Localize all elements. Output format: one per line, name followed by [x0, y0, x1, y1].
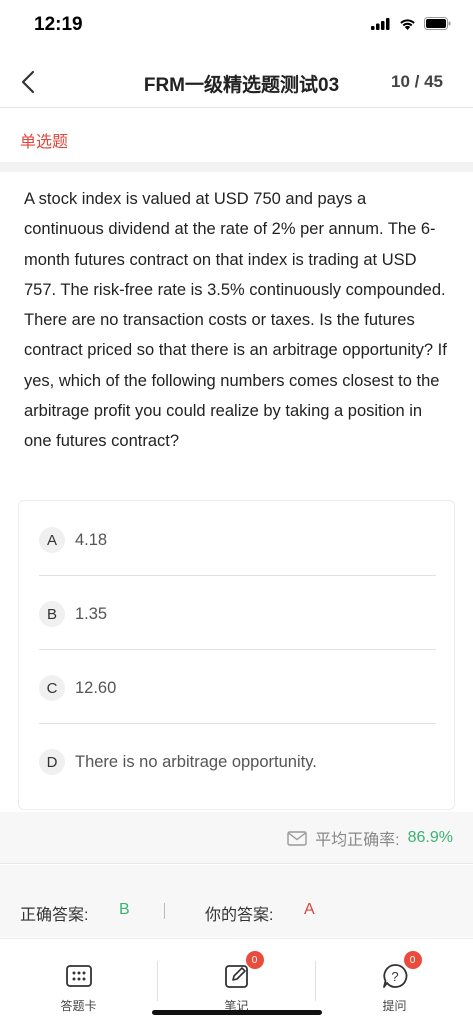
notes-badge: 0 [245, 951, 264, 969]
option-text: 1.35 [75, 604, 108, 623]
option-letter: C [39, 675, 65, 701]
correct-answer-value: B [119, 901, 130, 918]
option-b[interactable]: B 1.35 [39, 577, 436, 651]
home-indicator [152, 1010, 322, 1015]
tab-ask[interactable]: ? 0 提问 [316, 939, 473, 1024]
question-text: A stock index is valued at USD 750 and p… [24, 190, 447, 451]
option-letter: A [39, 527, 65, 553]
option-text: 4.18 [75, 530, 108, 549]
question-counter: 10 / 45 [391, 72, 443, 91]
svg-text:?: ? [391, 969, 398, 984]
status-bar: 12:19 [0, 0, 473, 56]
wifi-icon [400, 18, 415, 30]
tab-label: 提问 [382, 999, 407, 1013]
battery-icon [424, 17, 451, 30]
answer-separator [164, 903, 165, 919]
option-text: 12.60 [75, 678, 117, 697]
option-divider [39, 723, 436, 724]
option-letter: B [39, 601, 65, 627]
option-letter: D [39, 749, 65, 775]
option-a[interactable]: A 4.18 [39, 503, 436, 577]
mail-icon [287, 830, 307, 846]
average-accuracy-label: 平均正确率: [315, 832, 400, 849]
your-answer-label: 你的答案: [205, 907, 274, 924]
option-divider [39, 575, 436, 576]
option-divider [39, 649, 436, 650]
option-d[interactable]: D There is no arbitrage opportunity. [39, 725, 436, 799]
answer-card-icon [65, 965, 92, 987]
question-type-label: 单选题 [20, 134, 69, 151]
status-icons [371, 17, 451, 30]
average-accuracy-row: 平均正确率: 86.9% [0, 812, 473, 864]
nav-bar: FRM一级精选题测试03 10 / 45 [0, 56, 473, 108]
correct-answer-label: 正确答案: [20, 907, 89, 924]
option-c[interactable]: C 12.60 [39, 651, 436, 725]
tab-answer-card[interactable]: 答题卡 [0, 939, 157, 1024]
average-accuracy: 平均正确率: 86.9% [287, 826, 453, 850]
section-divider [0, 162, 473, 172]
your-answer-value: A [304, 901, 315, 918]
questions-badge: 0 [403, 951, 422, 969]
tab-label: 答题卡 [60, 999, 97, 1013]
average-accuracy-value: 86.9% [407, 829, 453, 846]
options-card: A 4.18 B 1.35 C 12.60 D There is no arbi… [18, 500, 455, 810]
status-time: 12:19 [34, 14, 83, 35]
signal-icon [371, 17, 390, 30]
option-text: There is no arbitrage opportunity. [75, 752, 317, 771]
